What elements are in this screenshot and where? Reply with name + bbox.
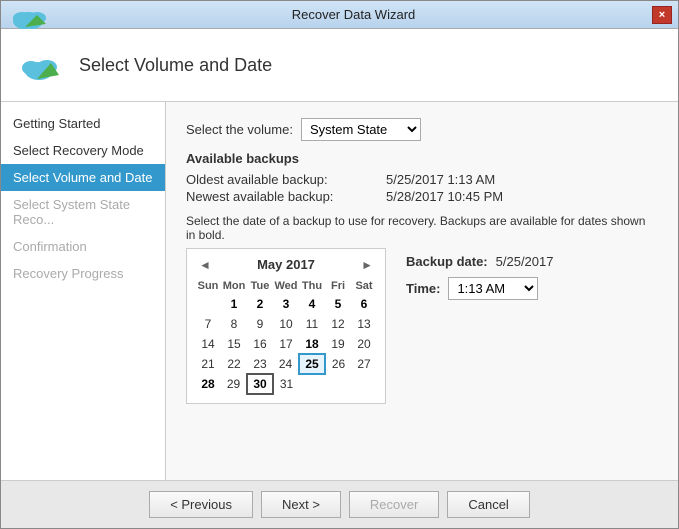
cal-month-year: May 2017 bbox=[257, 257, 315, 272]
sidebar: Getting Started Select Recovery Mode Sel… bbox=[1, 102, 166, 480]
calendar-area: ◄ May 2017 ► Sun Mon Tue Wed Thu bbox=[186, 248, 658, 404]
backup-date-panel: Backup date: 5/25/2017 Time: 1:13 AM bbox=[406, 254, 553, 308]
cal-day[interactable]: 15 bbox=[221, 334, 247, 354]
header-title: Select Volume and Date bbox=[79, 55, 272, 76]
cal-day[interactable]: 25 bbox=[299, 354, 325, 374]
close-button[interactable]: × bbox=[652, 6, 672, 24]
available-backups-header: Available backups bbox=[186, 151, 658, 166]
cal-day[interactable]: 1 bbox=[221, 294, 247, 314]
header-icon bbox=[17, 41, 65, 89]
oldest-value: 5/25/2017 1:13 AM bbox=[386, 172, 495, 187]
calendar-grid: Sun Mon Tue Wed Thu Fri Sat 123456789101… bbox=[195, 278, 377, 395]
cal-day[interactable]: 13 bbox=[351, 314, 377, 334]
cal-day[interactable]: 23 bbox=[247, 354, 273, 374]
cal-day bbox=[351, 374, 377, 394]
cal-prev-button[interactable]: ◄ bbox=[195, 258, 215, 272]
cal-day[interactable]: 19 bbox=[325, 334, 351, 354]
main-content: Select the volume: System State Availabl… bbox=[166, 102, 678, 480]
cal-day[interactable]: 30 bbox=[247, 374, 273, 394]
backup-date-row: Backup date: 5/25/2017 bbox=[406, 254, 553, 269]
cal-day[interactable]: 28 bbox=[195, 374, 221, 394]
newest-value: 5/28/2017 10:45 PM bbox=[386, 189, 503, 204]
cal-day[interactable]: 17 bbox=[273, 334, 299, 354]
sidebar-item-recovery-progress: Recovery Progress bbox=[1, 260, 165, 287]
cal-day[interactable]: 22 bbox=[221, 354, 247, 374]
cancel-button[interactable]: Cancel bbox=[447, 491, 529, 518]
cal-header-mon: Mon bbox=[221, 278, 247, 294]
recover-button[interactable]: Recover bbox=[349, 491, 439, 518]
cal-day[interactable]: 20 bbox=[351, 334, 377, 354]
cal-day[interactable]: 14 bbox=[195, 334, 221, 354]
cal-next-button[interactable]: ► bbox=[357, 258, 377, 272]
oldest-backup-row: Oldest available backup: 5/25/2017 1:13 … bbox=[186, 172, 658, 187]
sidebar-item-confirmation: Confirmation bbox=[1, 233, 165, 260]
cal-day[interactable]: 31 bbox=[273, 374, 299, 394]
cal-header-sun: Sun bbox=[195, 278, 221, 294]
cal-day[interactable]: 4 bbox=[299, 294, 325, 314]
time-select[interactable]: 1:13 AM bbox=[448, 277, 538, 300]
cal-day bbox=[299, 374, 325, 394]
cal-day[interactable]: 8 bbox=[221, 314, 247, 334]
cal-header-sat: Sat bbox=[351, 278, 377, 294]
cal-day[interactable]: 3 bbox=[273, 294, 299, 314]
next-button[interactable]: Next > bbox=[261, 491, 341, 518]
backup-date-label: Backup date: bbox=[406, 254, 488, 269]
cal-header-fri: Fri bbox=[325, 278, 351, 294]
cal-day[interactable]: 5 bbox=[325, 294, 351, 314]
cal-day[interactable]: 12 bbox=[325, 314, 351, 334]
sidebar-item-recovery-mode[interactable]: Select Recovery Mode bbox=[1, 137, 165, 164]
cal-day[interactable]: 16 bbox=[247, 334, 273, 354]
calendar-header: ◄ May 2017 ► bbox=[195, 257, 377, 272]
volume-select[interactable]: System State bbox=[301, 118, 421, 141]
cal-header-thu: Thu bbox=[299, 278, 325, 294]
cal-day[interactable]: 11 bbox=[299, 314, 325, 334]
time-label: Time: bbox=[406, 281, 440, 296]
volume-row: Select the volume: System State bbox=[186, 118, 658, 141]
header: Select Volume and Date bbox=[1, 29, 678, 102]
cal-day[interactable]: 24 bbox=[273, 354, 299, 374]
select-date-label: Select the date of a backup to use for r… bbox=[186, 214, 658, 242]
cal-day[interactable]: 29 bbox=[221, 374, 247, 394]
newest-backup-row: Newest available backup: 5/28/2017 10:45… bbox=[186, 189, 658, 204]
cal-header-tue: Tue bbox=[247, 278, 273, 294]
calendar: ◄ May 2017 ► Sun Mon Tue Wed Thu bbox=[186, 248, 386, 404]
backup-date-value: 5/25/2017 bbox=[496, 254, 554, 269]
cal-day[interactable]: 27 bbox=[351, 354, 377, 374]
window-title: Recover Data Wizard bbox=[55, 7, 652, 22]
volume-label: Select the volume: bbox=[186, 122, 293, 137]
newest-label: Newest available backup: bbox=[186, 189, 386, 204]
footer: < Previous Next > Recover Cancel bbox=[1, 480, 678, 528]
cal-day[interactable]: 9 bbox=[247, 314, 273, 334]
window: Recover Data Wizard × Select Volume and … bbox=[0, 0, 679, 529]
cal-day[interactable]: 10 bbox=[273, 314, 299, 334]
cal-day bbox=[195, 294, 221, 314]
cal-day[interactable]: 6 bbox=[351, 294, 377, 314]
sidebar-item-volume-date[interactable]: Select Volume and Date bbox=[1, 164, 165, 191]
cal-day[interactable]: 26 bbox=[325, 354, 351, 374]
oldest-label: Oldest available backup: bbox=[186, 172, 386, 187]
cal-day[interactable]: 21 bbox=[195, 354, 221, 374]
content-area: Getting Started Select Recovery Mode Sel… bbox=[1, 102, 678, 480]
sidebar-item-getting-started[interactable]: Getting Started bbox=[1, 110, 165, 137]
cal-day[interactable]: 18 bbox=[299, 334, 325, 354]
cal-day[interactable]: 7 bbox=[195, 314, 221, 334]
cal-day[interactable]: 2 bbox=[247, 294, 273, 314]
title-bar: Recover Data Wizard × bbox=[1, 1, 678, 29]
previous-button[interactable]: < Previous bbox=[149, 491, 253, 518]
time-row: Time: 1:13 AM bbox=[406, 277, 553, 300]
cal-day bbox=[325, 374, 351, 394]
cal-header-wed: Wed bbox=[273, 278, 299, 294]
sidebar-item-system-state: Select System State Reco... bbox=[1, 191, 165, 233]
